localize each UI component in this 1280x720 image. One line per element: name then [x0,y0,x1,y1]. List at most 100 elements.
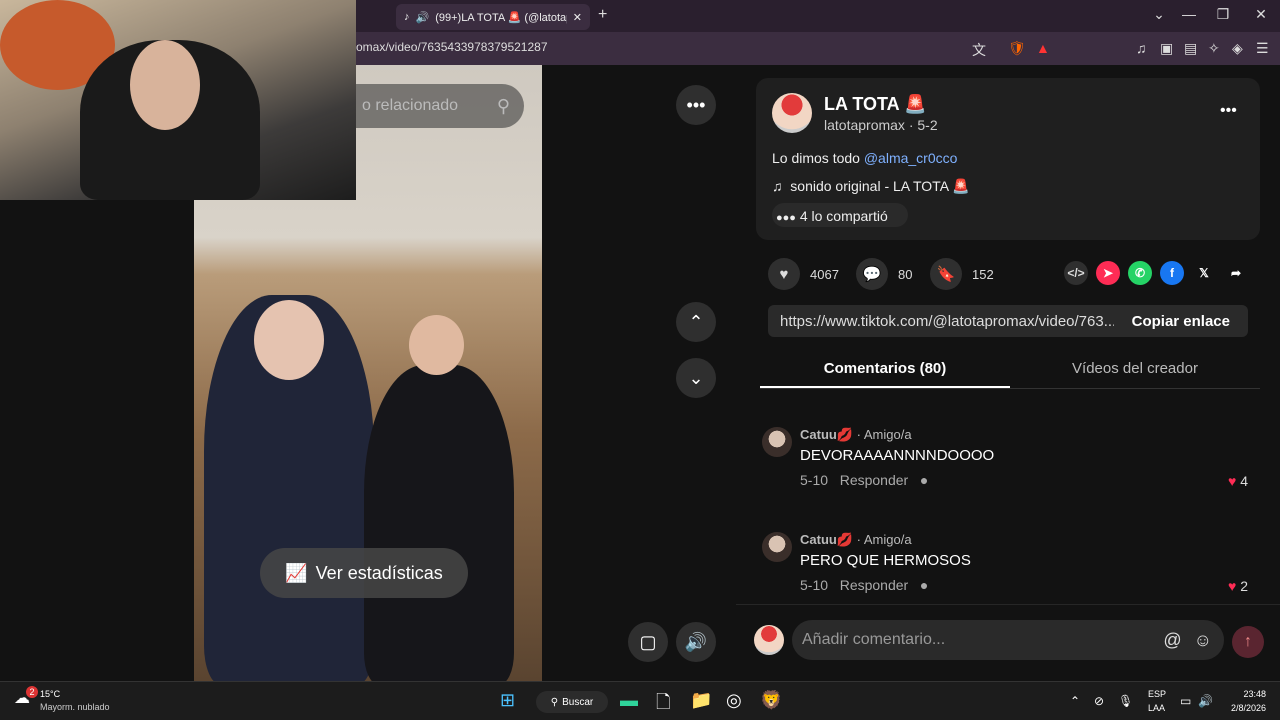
chrome-icon[interactable]: ◎ [726,690,742,711]
comment-username[interactable]: Catuu💋 [800,532,853,547]
author-avatar[interactable] [772,93,812,133]
sound-label: sonido original - LA TOTA 🚨 [790,178,970,194]
weather-temp[interactable]: 15°C [40,689,60,699]
commenter-avatar[interactable] [762,427,792,457]
network-off-icon[interactable]: ⊘ [1094,694,1104,708]
search-input[interactable]: o relacionado [362,97,458,115]
post-more-icon[interactable]: ••• [1220,102,1237,120]
comment-input[interactable]: Añadir comentario... @ ☺ [792,620,1224,660]
heart-icon[interactable]: ♥ [768,258,800,290]
weather-desc[interactable]: Mayorm. nublado [40,702,110,712]
whatsapp-icon[interactable]: ✆ [1128,261,1152,285]
url-text[interactable]: omax/video/7635433978379521287 [356,40,548,54]
volume-tray-icon[interactable]: 🔊 [1198,694,1213,708]
new-tab-button[interactable]: + [598,6,607,24]
music-note-icon: ♫ [772,178,783,194]
volume-button[interactable]: 🔊 [676,622,716,662]
comment-action[interactable]: 💬 80 [856,258,912,290]
close-tab-icon[interactable]: ✕ [573,11,582,24]
brave-shield-icon[interactable]: 🛡 [1008,40,1026,57]
media-icon[interactable]: ♫ [1136,40,1147,56]
related-search-bar[interactable]: o relacionado ⚲ [356,84,524,128]
reply-button[interactable]: Responder [840,577,909,593]
close-window-button[interactable]: ✕ [1246,6,1276,23]
previous-video-button[interactable]: ⌃ [676,302,716,342]
leo-icon[interactable]: ✧ [1208,40,1220,57]
comment-like[interactable]: ♥ 2 [1228,578,1248,594]
translate-icon[interactable]: 文 [972,40,986,60]
tiktok-icon: ♪ [404,11,410,23]
copy-link-button[interactable]: Copiar enlace [1114,313,1248,330]
search-icon[interactable]: ⚲ [497,96,510,117]
chevron-down-icon: ⌄ [688,367,704,388]
copy-link-box: https://www.tiktok.com/@latotapromax/vid… [768,305,1248,337]
sidebar-icon[interactable]: ▣ [1160,40,1173,57]
video-face-left [254,300,324,380]
author-handle-date: latotapromax · 5-2 [824,117,938,133]
folder-icon[interactable]: 📁 [690,690,712,711]
arrow-up-icon: ↑ [1244,633,1252,650]
reply-button[interactable]: Responder [840,472,909,488]
browser-tab[interactable]: ♪ 🔊 (99+)LA TOTA 🚨 (@latotapro ✕ [396,4,590,30]
facebook-icon[interactable]: f [1160,261,1184,285]
commenter-avatar[interactable] [762,532,792,562]
post-comment-button[interactable]: ↑ [1232,626,1264,658]
comment-placeholder: Añadir comentario... [802,631,946,648]
heart-icon[interactable]: ♥ [1228,578,1236,594]
maximize-button[interactable]: ❐ [1208,6,1238,23]
taskbar-search[interactable]: ⚲ Buscar [536,691,608,713]
like-action[interactable]: ♥ 4067 [768,258,839,290]
author-name[interactable]: LA TOTA 🚨 [824,94,926,115]
heart-icon[interactable]: ♥ [1228,473,1236,489]
rewards-icon[interactable]: ▲ [1036,40,1050,56]
pip-button[interactable]: ▢ [628,622,668,662]
comment-user-row: Catuu💋 · Amigo/a [800,427,912,443]
comment-username[interactable]: Catuu💋 [800,427,853,442]
brave-icon[interactable]: 🦁 [760,690,782,711]
send-to-friends-icon[interactable]: ➤ [1096,261,1120,285]
embed-icon[interactable]: </> [1064,261,1088,285]
comment-like[interactable]: ♥ 4 [1228,473,1248,489]
lang-code[interactable]: ESP [1148,689,1166,699]
mention-icon[interactable]: @ [1163,630,1181,651]
tab-list-icon[interactable]: ⌄ [1144,6,1174,23]
vpn-icon[interactable]: ◈ [1232,40,1243,57]
chart-icon: 📈 [285,562,308,583]
creator-liked-icon: ● [919,472,929,488]
tray-chevron-icon[interactable]: ⌃ [1070,694,1080,708]
comment-user-row: Catuu💋 · Amigo/a [800,532,912,548]
webcam-face [130,40,200,130]
minimize-button[interactable]: — [1174,6,1204,22]
share-arrow-icon[interactable]: ➦ [1224,261,1248,285]
display-icon[interactable]: ▭ [1180,694,1191,708]
microphone-icon[interactable]: 🎙 [1118,694,1133,708]
shared-label: 4 lo compartió [799,208,888,224]
caption-mention[interactable]: @alma_cr0cco [864,150,958,166]
stream-app-icon[interactable]: ▬ [620,690,638,711]
tab-comments[interactable]: Comentarios (80) [760,355,1010,388]
comment-date: 5-10 [800,577,829,593]
menu-icon[interactable]: ☰ [1256,40,1269,57]
x-icon[interactable]: 𝕏 [1192,261,1216,285]
speaker-icon[interactable]: 🔊 [416,11,430,24]
tab-title: (99+)LA TOTA 🚨 (@latotapro [435,11,567,24]
next-video-button[interactable]: ⌄ [676,358,716,398]
clock-time[interactable]: 23:48 [1226,689,1266,699]
search-icon: ⚲ [550,696,559,708]
bookmark-icon[interactable]: 🔖 [930,258,962,290]
file-icon[interactable]: 🗋 [656,690,670,720]
sound-row[interactable]: ♫ sonido original - LA TOTA 🚨 [772,178,970,195]
taskbar [0,681,1280,720]
emoji-icon[interactable]: ☺ [1194,630,1212,651]
start-icon[interactable]: ⊞ [500,690,515,711]
comment-like-count: 4 [1240,473,1248,489]
more-options-button[interactable]: ••• [676,85,716,125]
save-action[interactable]: 🔖 152 [930,258,994,290]
clock-date[interactable]: 2/8/2026 [1218,703,1266,713]
wallet-icon[interactable]: ▤ [1184,40,1197,57]
comment-icon[interactable]: 💬 [856,258,888,290]
view-stats-button[interactable]: 📈 Ver estadísticas [260,548,468,598]
tab-creator-videos[interactable]: Vídeos del creador [1010,355,1260,388]
video-link[interactable]: https://www.tiktok.com/@latotapromax/vid… [768,313,1114,330]
lang-layout[interactable]: LAA [1148,703,1165,713]
